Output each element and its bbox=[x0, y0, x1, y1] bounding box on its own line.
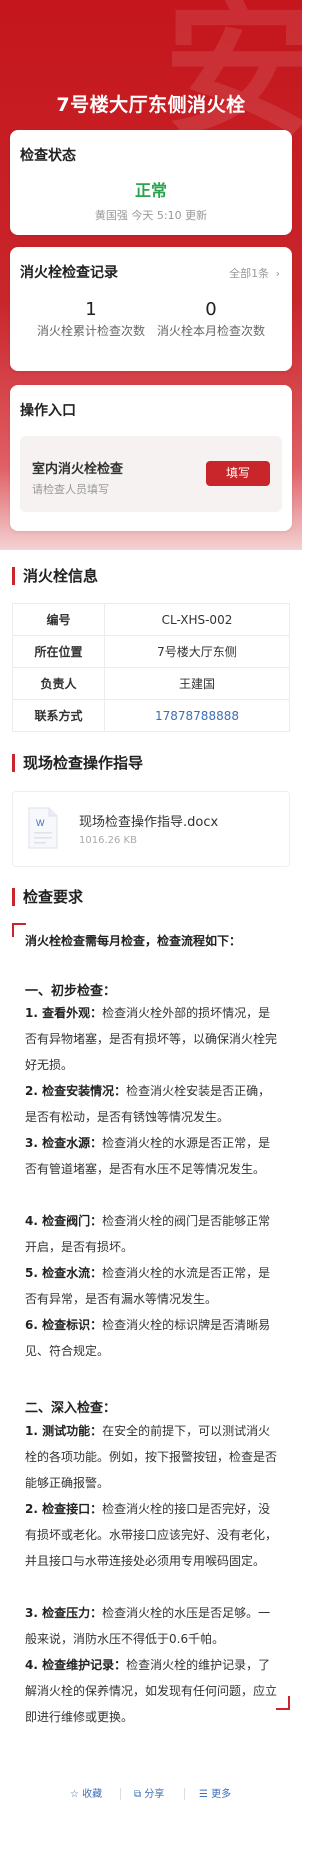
item-label: 4. 检查阀门： bbox=[25, 1214, 103, 1228]
item-label: 2. 检查接口： bbox=[25, 1502, 103, 1516]
more-button[interactable]: ☰ 更多 bbox=[199, 1785, 231, 1800]
favorite-label[interactable]: 收藏 bbox=[82, 1789, 102, 1800]
stat-label: 消火栓本月检查次数 bbox=[156, 324, 265, 338]
share-button[interactable]: ⧉ 分享 bbox=[134, 1785, 164, 1800]
stat-month-checks: 0 消火栓本月检查次数 bbox=[151, 299, 271, 340]
all-records-link[interactable]: 全部1条 › bbox=[229, 265, 280, 281]
table-row: 负责人 王建国 bbox=[12, 667, 290, 700]
fill-button[interactable]: 填写 bbox=[206, 461, 270, 486]
item-label: 3. 检查水源： bbox=[25, 1136, 103, 1150]
operation-subtitle: 请检查人员填写 bbox=[32, 483, 109, 496]
info-value: 王建国 bbox=[104, 667, 290, 700]
menu-icon: ☰ bbox=[199, 1789, 208, 1800]
info-key: 编号 bbox=[12, 603, 105, 636]
info-key: 负责人 bbox=[12, 667, 105, 700]
chevron-right-icon: › bbox=[275, 267, 280, 280]
stat-value: 0 bbox=[205, 299, 217, 320]
table-row: 联系方式 17878788888 bbox=[12, 699, 290, 732]
item-label: 5. 检查水流： bbox=[25, 1266, 103, 1280]
share-icon: ⧉ bbox=[134, 1789, 142, 1800]
guide-file-attachment[interactable]: W 现场检查操作指导.docx 1016.26 KB bbox=[12, 791, 290, 867]
share-label[interactable]: 分享 bbox=[144, 1789, 164, 1800]
footer-actions: ☆ 收藏 ⧉ 分享 ☰ 更多 bbox=[0, 1785, 302, 1805]
list-item: 6. 检查标识：检查消火栓的标识牌是否清晰易见、符合规定。 bbox=[25, 1312, 282, 1364]
requirements-lead: 消火栓检查需每月检查，检查流程如下： bbox=[25, 934, 242, 948]
word-document-icon: W bbox=[28, 807, 58, 849]
status-card: 检查状态 正常 黄国强 今天 5:10 更新 bbox=[10, 130, 292, 235]
file-type-letter: W bbox=[36, 818, 45, 828]
item-label: 4. 检查维护记录： bbox=[25, 1658, 127, 1672]
list-item: 3. 检查压力：检查消火栓的水压是否足够。一般来说，消防水压不得低于0.6千帕。 bbox=[25, 1600, 282, 1652]
section-deep-check-title: 二、深入检查： bbox=[25, 1401, 117, 1416]
table-row: 所在位置 7号楼大厅东侧 bbox=[12, 635, 290, 668]
list-item: 3. 检查水源：检查消火栓的水源是否正常，是否有管道堵塞，是否有水压不足等情况发… bbox=[25, 1130, 282, 1182]
stat-label: 消火栓累计检查次数 bbox=[36, 324, 145, 338]
hydrant-info-table: 编号 CL-XHS-002 所在位置 7号楼大厅东侧 负责人 王建国 联系方式 … bbox=[12, 603, 290, 732]
operation-name: 室内消火栓检查 bbox=[32, 462, 124, 477]
more-label[interactable]: 更多 bbox=[211, 1789, 231, 1800]
favorite-button[interactable]: ☆ 收藏 bbox=[70, 1785, 102, 1800]
guide-heading: 现场检查操作指导 bbox=[12, 754, 143, 772]
item-label: 1. 查看外观： bbox=[25, 1006, 103, 1020]
divider bbox=[184, 1788, 185, 1800]
status-updated-meta: 黄国强 今天 5:10 更新 bbox=[94, 209, 208, 222]
item-label: 2. 检查安装情况： bbox=[25, 1084, 127, 1098]
records-card: 消火栓检查记录 全部1条 › 1 消火栓累计检查次数 0 消火栓本月检查次数 bbox=[10, 247, 292, 371]
file-size: 1016.26 KB bbox=[79, 835, 137, 846]
list-item: 4. 检查维护记录：检查消火栓的维护记录，了解消火栓的保养情况，如发现有任何问题… bbox=[25, 1652, 282, 1730]
divider bbox=[120, 1788, 121, 1800]
list-item: 5. 检查水流：检查消火栓的水流是否正常，是否有异常，是否有漏水等情况发生。 bbox=[25, 1260, 282, 1312]
file-name[interactable]: 现场检查操作指导.docx bbox=[79, 811, 218, 830]
star-icon: ☆ bbox=[70, 1789, 79, 1800]
info-value: CL-XHS-002 bbox=[104, 603, 290, 636]
list-item: 2. 检查接口：检查消火栓的接口是否完好，没有损坏或老化。水带接口应该完好、没有… bbox=[25, 1496, 282, 1574]
stat-value: 1 bbox=[85, 299, 97, 320]
quote-corner-top-left bbox=[12, 923, 26, 937]
item-label: 1. 测试功能： bbox=[25, 1424, 103, 1438]
item-label: 6. 检查标识： bbox=[25, 1318, 103, 1332]
all-records-label[interactable]: 全部1条 bbox=[229, 267, 269, 280]
item-label: 3. 检查压力： bbox=[25, 1606, 103, 1620]
page-title: 7号楼大厅东侧消火栓 bbox=[56, 94, 246, 116]
status-card-title: 检查状态 bbox=[20, 148, 76, 164]
watermark-logo: 安 bbox=[163, 0, 302, 157]
list-item: 1. 查看外观：检查消火栓外部的损坏情况，是否有异物堵塞，是否有损坏等，以确保消… bbox=[25, 1000, 282, 1078]
phone-link[interactable]: 17878788888 bbox=[104, 699, 290, 732]
operations-card-title: 操作入口 bbox=[20, 403, 76, 419]
operations-card: 操作入口 室内消火栓检查 请检查人员填写 填写 bbox=[10, 385, 292, 531]
status-value: 正常 bbox=[134, 181, 167, 200]
info-key: 所在位置 bbox=[12, 635, 105, 668]
table-row: 编号 CL-XHS-002 bbox=[12, 603, 290, 636]
hydrant-info-heading: 消火栓信息 bbox=[12, 567, 98, 585]
list-item: 2. 检查安装情况：检查消火栓安装是否正确，是否有松动，是否有锈蚀等情况发生。 bbox=[25, 1078, 282, 1130]
requirements-heading: 检查要求 bbox=[12, 888, 83, 906]
section-initial-check-title: 一、初步检查： bbox=[25, 984, 117, 999]
list-item: 1. 测试功能：在安全的前提下，可以测试消火栓的各项功能。例如，按下报警按钮，检… bbox=[25, 1418, 282, 1496]
records-card-title: 消火栓检查记录 bbox=[20, 265, 118, 281]
indoor-hydrant-check-entry[interactable]: 室内消火栓检查 请检查人员填写 填写 bbox=[20, 436, 282, 512]
info-value: 7号楼大厅东侧 bbox=[104, 635, 290, 668]
list-item: 4. 检查阀门：检查消火栓的阀门是否能够正常开启，是否有损坏。 bbox=[25, 1208, 282, 1260]
stat-total-checks: 1 消火栓累计检查次数 bbox=[31, 299, 151, 340]
info-key: 联系方式 bbox=[12, 699, 105, 732]
